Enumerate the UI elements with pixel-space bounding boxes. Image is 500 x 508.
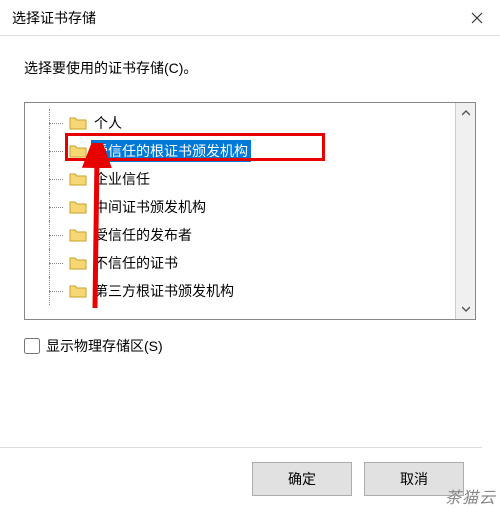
chevron-up-icon — [462, 110, 470, 116]
tree-label: 不信任的证书 — [91, 252, 181, 274]
tree-label: 第三方根证书颁发机构 — [91, 280, 237, 302]
folder-icon — [69, 200, 87, 214]
tree-connector-icon — [45, 193, 69, 221]
dialog-title: 选择证书存储 — [12, 8, 96, 28]
watermark-text: 茶猫云 — [445, 484, 496, 508]
tree-item-enterprise-trust[interactable]: 企业信任 — [25, 165, 455, 193]
tree-item-intermediate-ca[interactable]: 中间证书颁发机构 — [25, 193, 455, 221]
tree-label: 个人 — [91, 112, 125, 134]
folder-icon — [69, 256, 87, 270]
show-physical-stores-row: 显示物理存储区(S) — [24, 336, 476, 356]
folder-icon — [69, 228, 87, 242]
tree-item-untrusted-certs[interactable]: 不信任的证书 — [25, 249, 455, 277]
show-physical-stores-label[interactable]: 显示物理存储区(S) — [46, 336, 163, 356]
tree-scrollbar[interactable] — [455, 103, 475, 319]
dialog-button-row: 确定 取消 — [0, 447, 482, 496]
instruction-text: 选择要使用的证书存储(C)。 — [24, 58, 476, 78]
tree-label: 受信任的发布者 — [91, 224, 195, 246]
tree-connector-icon — [45, 109, 69, 137]
close-button[interactable] — [454, 0, 500, 36]
cert-store-tree: 个人 受信任的根证书颁发机构 企业信任 — [24, 102, 476, 320]
tree-connector-icon — [45, 137, 69, 165]
dialog-content: 选择要使用的证书存储(C)。 个人 受信任的根证书颁发机构 — [0, 36, 500, 366]
tree-item-trusted-publishers[interactable]: 受信任的发布者 — [25, 221, 455, 249]
tree-connector-icon — [45, 277, 69, 305]
tree-label: 受信任的根证书颁发机构 — [91, 140, 251, 162]
titlebar: 选择证书存储 — [0, 0, 500, 36]
ok-button[interactable]: 确定 — [252, 462, 352, 496]
folder-icon — [69, 172, 87, 186]
tree-inner: 个人 受信任的根证书颁发机构 企业信任 — [25, 103, 455, 319]
tree-connector-icon — [45, 249, 69, 277]
tree-item-trusted-root-ca[interactable]: 受信任的根证书颁发机构 — [25, 137, 455, 165]
tree-item-third-party-root-ca[interactable]: 第三方根证书颁发机构 — [25, 277, 455, 305]
tree-label: 企业信任 — [91, 168, 153, 190]
scroll-track[interactable] — [456, 123, 475, 299]
tree-connector-icon — [45, 221, 69, 249]
folder-icon — [69, 116, 87, 130]
close-icon — [471, 12, 483, 24]
tree-label: 中间证书颁发机构 — [91, 196, 209, 218]
tree-connector-icon — [45, 165, 69, 193]
folder-icon — [69, 144, 87, 158]
show-physical-stores-checkbox[interactable] — [24, 338, 40, 354]
scroll-up-button[interactable] — [456, 103, 475, 123]
tree-item-personal[interactable]: 个人 — [25, 109, 455, 137]
folder-icon — [69, 284, 87, 298]
scroll-down-button[interactable] — [456, 299, 475, 319]
chevron-down-icon — [462, 306, 470, 312]
